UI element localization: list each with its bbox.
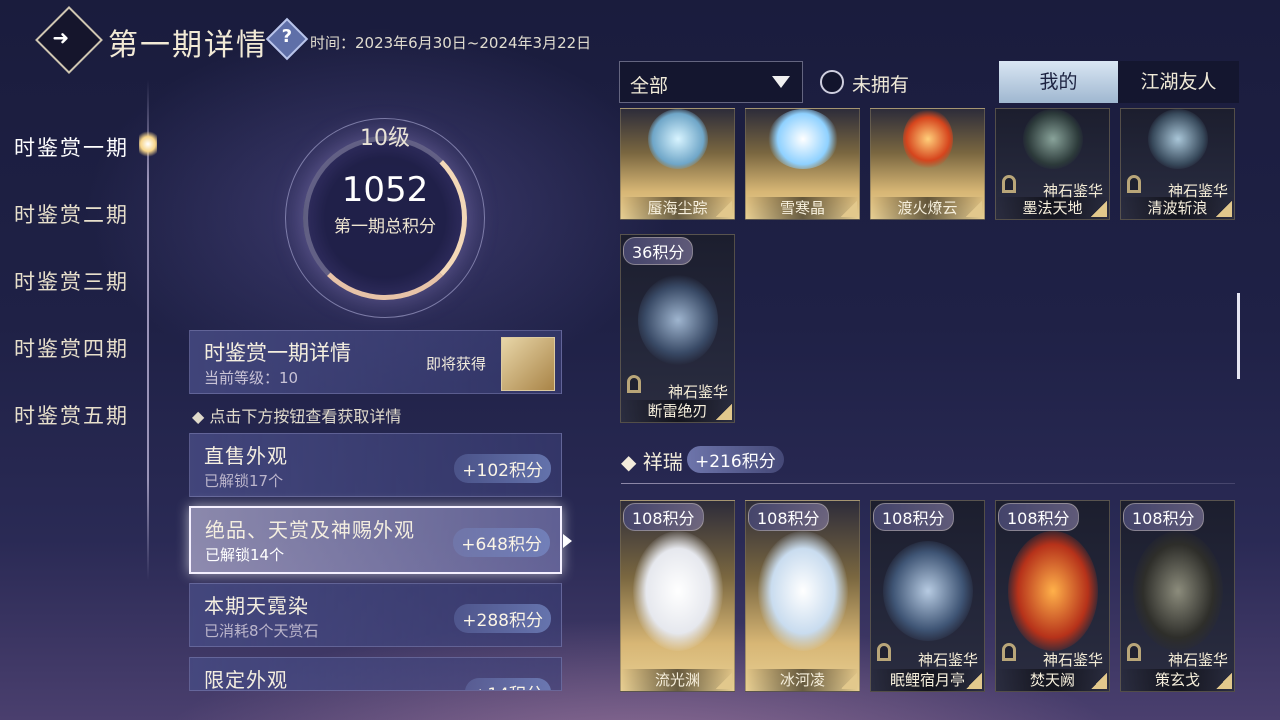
item-art: [632, 531, 723, 651]
nav-item-period-5[interactable]: 时鉴赏五期: [14, 400, 129, 430]
corner-icon: [966, 673, 982, 689]
section-title: ◆ 祥瑞: [621, 450, 683, 474]
category-premium[interactable]: 绝品、天赏及神赐外观 已解锁14个 +648积分: [189, 506, 562, 574]
category-points: +14积分: [465, 678, 551, 690]
lock-icon: [1127, 643, 1141, 661]
points-badge: 108积分: [623, 503, 704, 531]
filter-value: 全部: [630, 75, 669, 97]
item-card[interactable]: 神石鉴华 清波斩浪: [1120, 108, 1235, 220]
detail-title: 时鉴赏一期详情: [204, 341, 351, 365]
nav-active-indicator: [139, 128, 157, 160]
item-card[interactable]: 108积分 冰河凌: [745, 500, 860, 692]
upcoming-reward-icon[interactable]: [501, 337, 555, 391]
category-points: +102积分: [454, 454, 551, 483]
item-art: [1132, 531, 1223, 651]
page-title: 第一期详情: [108, 28, 268, 63]
item-tier: 神石鉴华: [1167, 651, 1228, 669]
chevron-down-icon: [772, 76, 790, 88]
item-art: [1007, 531, 1098, 651]
question-icon: ?: [281, 26, 293, 48]
corner-icon: [716, 673, 732, 689]
item-card[interactable]: 蜃海尘踪: [620, 108, 735, 220]
corner-icon: [841, 201, 857, 217]
points-badge: 108积分: [873, 503, 954, 531]
item-tier: 神石鉴华: [667, 383, 728, 401]
category-points: +288积分: [454, 604, 551, 633]
nav-item-period-2[interactable]: 时鉴赏二期: [14, 199, 129, 229]
item-card[interactable]: 108积分 神石鉴华 策玄戈: [1120, 500, 1235, 692]
points-badge: 108积分: [998, 503, 1079, 531]
lock-icon: [1002, 175, 1016, 193]
corner-icon: [1216, 673, 1232, 689]
item-card[interactable]: 渡火燎云: [870, 108, 985, 220]
category-points: +648积分: [453, 528, 550, 557]
corner-icon: [716, 404, 732, 420]
lock-icon: [877, 643, 891, 661]
period-detail-panel[interactable]: 时鉴赏一期详情 当前等级：10 即将获得: [189, 330, 562, 394]
points-badge: 36积分: [623, 237, 694, 265]
item-art: [1147, 109, 1208, 169]
item-card[interactable]: 108积分 神石鉴华 眠鲤宿月亭: [870, 500, 985, 692]
upcoming-label: 即将获得: [426, 355, 487, 373]
category-sub: 已消耗8个天赏石: [204, 622, 319, 640]
nav-item-period-1[interactable]: 时鉴赏一期: [14, 132, 129, 162]
item-art: [902, 109, 953, 169]
category-sub: 已解锁17个: [204, 472, 284, 490]
total-score-label: 第一期总积分: [334, 217, 436, 237]
corner-icon: [716, 201, 732, 217]
category-title: 直售外观: [204, 444, 288, 468]
category-title: 限定外观: [204, 668, 288, 691]
item-art: [1022, 109, 1083, 169]
back-arrow-icon: ➜: [52, 25, 70, 50]
unowned-radio[interactable]: [820, 70, 844, 94]
points-badge: 108积分: [748, 503, 829, 531]
total-score: 1052: [341, 170, 429, 210]
category-title: 绝品、天赏及神赐外观: [205, 518, 415, 542]
category-sub: 已解锁14个: [205, 546, 285, 564]
corner-icon: [1216, 201, 1232, 217]
category-limited[interactable]: 限定外观 +14积分: [189, 657, 562, 691]
unowned-label[interactable]: 未拥有: [852, 70, 909, 97]
item-card[interactable]: 108积分 神石鉴华 焚天阙: [995, 500, 1110, 692]
category-dye[interactable]: 本期天霓染 已消耗8个天赏石 +288积分: [189, 583, 562, 647]
scrollbar[interactable]: [1237, 293, 1240, 379]
corner-icon: [966, 201, 982, 217]
item-card[interactable]: 雪寒晶: [745, 108, 860, 220]
points-badge: 108积分: [1123, 503, 1204, 531]
corner-icon: [1091, 673, 1107, 689]
tab-friends[interactable]: 江湖友人: [1118, 61, 1239, 103]
period-time: 时间：2023年6月30日~2024年3月22日: [310, 34, 592, 52]
detail-level: 当前等级：10: [204, 369, 299, 387]
corner-icon: [1091, 201, 1107, 217]
item-tier: 神石鉴华: [1042, 651, 1103, 669]
item-tier: 神石鉴华: [917, 651, 978, 669]
corner-icon: [841, 673, 857, 689]
item-card[interactable]: 108积分 流光渊: [620, 500, 735, 692]
category-direct-sale[interactable]: 直售外观 已解锁17个 +102积分: [189, 433, 562, 497]
nav-item-period-4[interactable]: 时鉴赏四期: [14, 333, 129, 363]
nav-item-period-3[interactable]: 时鉴赏三期: [14, 266, 129, 296]
level-label: 10级: [360, 126, 410, 151]
item-card[interactable]: 神石鉴华 墨法天地: [995, 108, 1110, 220]
lock-icon: [1127, 175, 1141, 193]
selected-arrow-icon: [563, 534, 572, 548]
item-art: [637, 275, 718, 365]
item-card[interactable]: 36积分 神石鉴华 断雷绝刃: [620, 234, 735, 423]
item-art: [882, 541, 973, 641]
filter-dropdown[interactable]: 全部: [619, 61, 803, 103]
section-points: +216积分: [687, 446, 784, 473]
category-title: 本期天霓染: [204, 594, 309, 618]
tab-mine[interactable]: 我的: [999, 61, 1118, 103]
item-art: [647, 109, 708, 169]
hint-text: ◆ 点击下方按钮查看获取详情: [192, 407, 402, 426]
lock-icon: [1002, 643, 1016, 661]
help-button[interactable]: ?: [265, 17, 309, 61]
item-art: [757, 531, 848, 651]
collection-grid: 蜃海尘踪 雪寒晶 渡火燎云 神石鉴华 墨法天地 神石鉴华 清波斩浪 36积分 神…: [619, 108, 1237, 692]
back-button[interactable]: ➜: [35, 6, 103, 74]
item-art: [767, 109, 838, 169]
section-divider: [621, 483, 1235, 484]
lock-icon: [627, 375, 641, 393]
